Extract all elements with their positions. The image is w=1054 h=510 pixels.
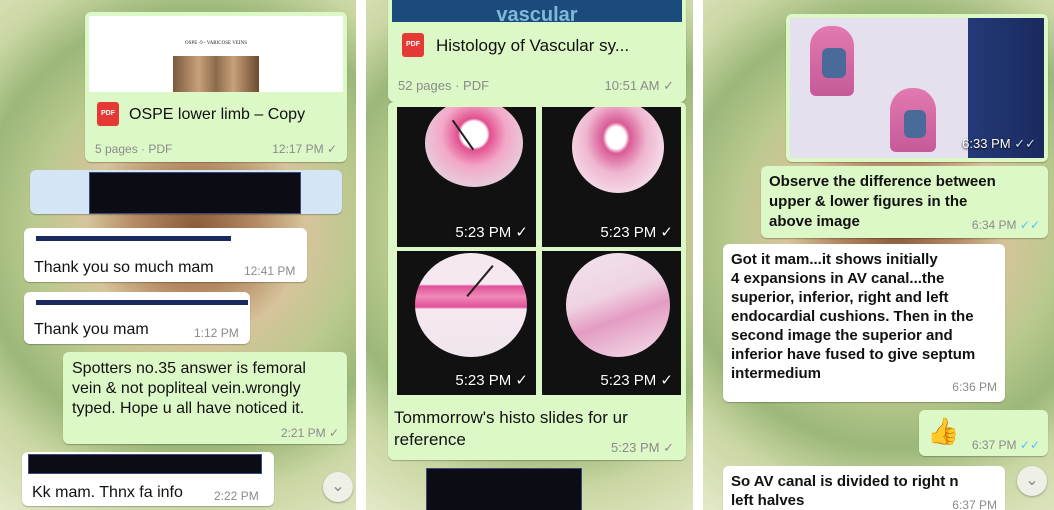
chat-panel-2[interactable]: vascular PDF Histology of Vascular sy...… [366, 0, 693, 510]
message-time: 12:41 PM [244, 264, 296, 278]
image-album-message[interactable]: 5:23 PM ✓ 5:23 PM ✓ 5:23 PM ✓ 5:23 PM ✓ … [388, 102, 686, 460]
image-time: 5:23 PM ✓ [600, 372, 673, 389]
message-line: left halves [731, 492, 805, 509]
scroll-down-button[interactable]: ⌄ [323, 472, 353, 502]
image-time: 5:23 PM ✓ [455, 372, 528, 389]
message-line: Spotters no.35 answer is femoral [72, 360, 306, 377]
incoming-message[interactable]: Thank you mam 1:12 PM [24, 292, 250, 344]
diagram-lower-inner [904, 110, 926, 138]
pdf-thumbnail: vascular [392, 0, 682, 22]
sent-tick-icon: ✓ [515, 372, 528, 389]
message-text: Thank you mam [34, 321, 149, 338]
document-name: Histology of Vascular sy... [436, 36, 630, 55]
message-time: 2:21 PM ✓ [280, 426, 339, 440]
message-time: 6:37 PM ✓✓ [971, 438, 1040, 452]
slide-view [415, 253, 527, 357]
message-time: 10:51 AM ✓ [604, 78, 674, 93]
image-time: 5:23 PM ✓ [600, 224, 673, 241]
read-tick-icon: ✓✓ [1019, 218, 1040, 232]
caption-line: reference [394, 430, 466, 449]
sent-tick-icon: ✓ [326, 142, 337, 156]
message-line: upper & lower figures in the [769, 193, 968, 210]
pdf-thumbnail-title: OSPE -9 - VARICOSE VEINS [185, 41, 247, 46]
message-time: 2:22 PM [214, 489, 259, 503]
chat-panel-3[interactable]: 6:33 PM ✓✓ Observe the difference betwee… [703, 0, 1054, 510]
outgoing-emoji-message[interactable]: 👍 6:37 PM ✓✓ [919, 410, 1048, 456]
pdf-thumbnail-photo [173, 56, 259, 92]
sent-tick-icon: ✓ [328, 426, 339, 440]
redacted-sender [36, 236, 231, 241]
outgoing-message[interactable]: Observe the difference between upper & l… [761, 166, 1048, 238]
redacted-sender [28, 454, 262, 474]
pdf-document-message[interactable]: OSPE -9 - VARICOSE VEINS PDF OSPE lower … [85, 12, 347, 162]
sent-tick-icon: ✓ [515, 224, 528, 241]
message-time: 5:23 PM ✓ [611, 440, 674, 455]
divider [693, 0, 703, 510]
histology-image[interactable]: 5:23 PM ✓ [542, 251, 681, 395]
redacted-sender [36, 300, 248, 305]
incoming-message[interactable]: Thank you so much mam 12:41 PM [24, 228, 307, 282]
message-line: vein & not popliteal vein.wrongly [72, 380, 301, 397]
pdf-thumbnail-title: vascular [496, 4, 578, 22]
message-line: Observe the difference between [769, 173, 996, 190]
incoming-message[interactable]: Got it mam...it shows initially 4 expans… [723, 244, 1005, 402]
message-line: inferior have fused to give septum [731, 346, 976, 363]
message-text: Kk mam. Thnx fa info [32, 484, 183, 501]
message-line: typed. Hope u all have noticed it. [72, 400, 305, 417]
histology-image[interactable]: 5:23 PM ✓ [542, 107, 681, 247]
embryology-image[interactable]: 6:33 PM ✓✓ [790, 18, 1044, 158]
message-time: 6:34 PM ✓✓ [971, 218, 1040, 232]
pdf-document-message[interactable]: vascular PDF Histology of Vascular sy...… [388, 0, 686, 102]
screenshot-collage: OSPE -9 - VARICOSE VEINS PDF OSPE lower … [0, 0, 1054, 510]
read-tick-icon: ✓✓ [1019, 438, 1040, 452]
slide-view [572, 107, 664, 193]
slide-view [425, 107, 523, 187]
histology-image[interactable]: 5:23 PM ✓ [397, 251, 536, 395]
message-time: 1:12 PM [194, 326, 239, 340]
redacted-block [426, 468, 582, 510]
document-info: 5 pages · PDF [95, 142, 173, 156]
thumbs-up-icon: 👍 [927, 416, 960, 446]
image-message[interactable]: 6:33 PM ✓✓ [786, 14, 1048, 162]
incoming-message[interactable]: Kk mam. Thnx fa info 2:22 PM [22, 452, 274, 506]
read-tick-icon: ✓✓ [1014, 136, 1036, 151]
image-time: 6:33 PM ✓✓ [962, 136, 1036, 151]
scroll-down-button[interactable]: ⌄ [1017, 466, 1047, 496]
sent-tick-icon: ✓ [660, 372, 673, 389]
slide-view [566, 253, 670, 357]
message-line: 4 expansions in AV canal...the [731, 270, 945, 287]
message-line: above image [769, 213, 860, 230]
document-info: 52 pages · PDF [398, 78, 490, 93]
message-line: second image the superior and [731, 327, 953, 344]
chevron-down-icon: ⌄ [331, 478, 345, 495]
outgoing-message[interactable]: Spotters no.35 answer is femoral vein & … [63, 352, 347, 444]
message-line: endocardial cushions. Then in the [731, 308, 974, 325]
divider [356, 0, 366, 510]
pdf-icon: PDF [97, 102, 119, 126]
pdf-thumbnail: OSPE -9 - VARICOSE VEINS [89, 16, 343, 92]
chat-panel-1[interactable]: OSPE -9 - VARICOSE VEINS PDF OSPE lower … [0, 0, 356, 510]
sent-tick-icon: ✓ [663, 440, 674, 455]
message-time: 12:17 PM ✓ [272, 142, 337, 156]
sent-tick-icon: ✓ [660, 224, 673, 241]
message-line: So AV canal is divided to right n [731, 473, 959, 490]
pdf-icon: PDF [402, 33, 424, 57]
document-name: OSPE lower limb – Copy [129, 106, 306, 123]
chevron-down-icon: ⌄ [1025, 472, 1039, 489]
diagram-upper-inner [822, 48, 846, 78]
message-time: 6:37 PM [952, 498, 997, 510]
caption-line: Tommorrow's histo slides for ur [394, 408, 628, 427]
message-text: Thank you so much mam [34, 259, 214, 276]
message-time: 6:36 PM [952, 380, 997, 394]
message-line: superior, inferior, right and left [731, 289, 949, 306]
message-line: Got it mam...it shows initially [731, 251, 938, 268]
incoming-message[interactable]: So AV canal is divided to right n left h… [723, 466, 1005, 510]
histology-image[interactable]: 5:23 PM ✓ [397, 107, 536, 247]
redacted-block [89, 172, 301, 214]
message-line: intermedium [731, 365, 822, 382]
image-time: 5:23 PM ✓ [455, 224, 528, 241]
sent-tick-icon: ✓ [663, 78, 674, 93]
